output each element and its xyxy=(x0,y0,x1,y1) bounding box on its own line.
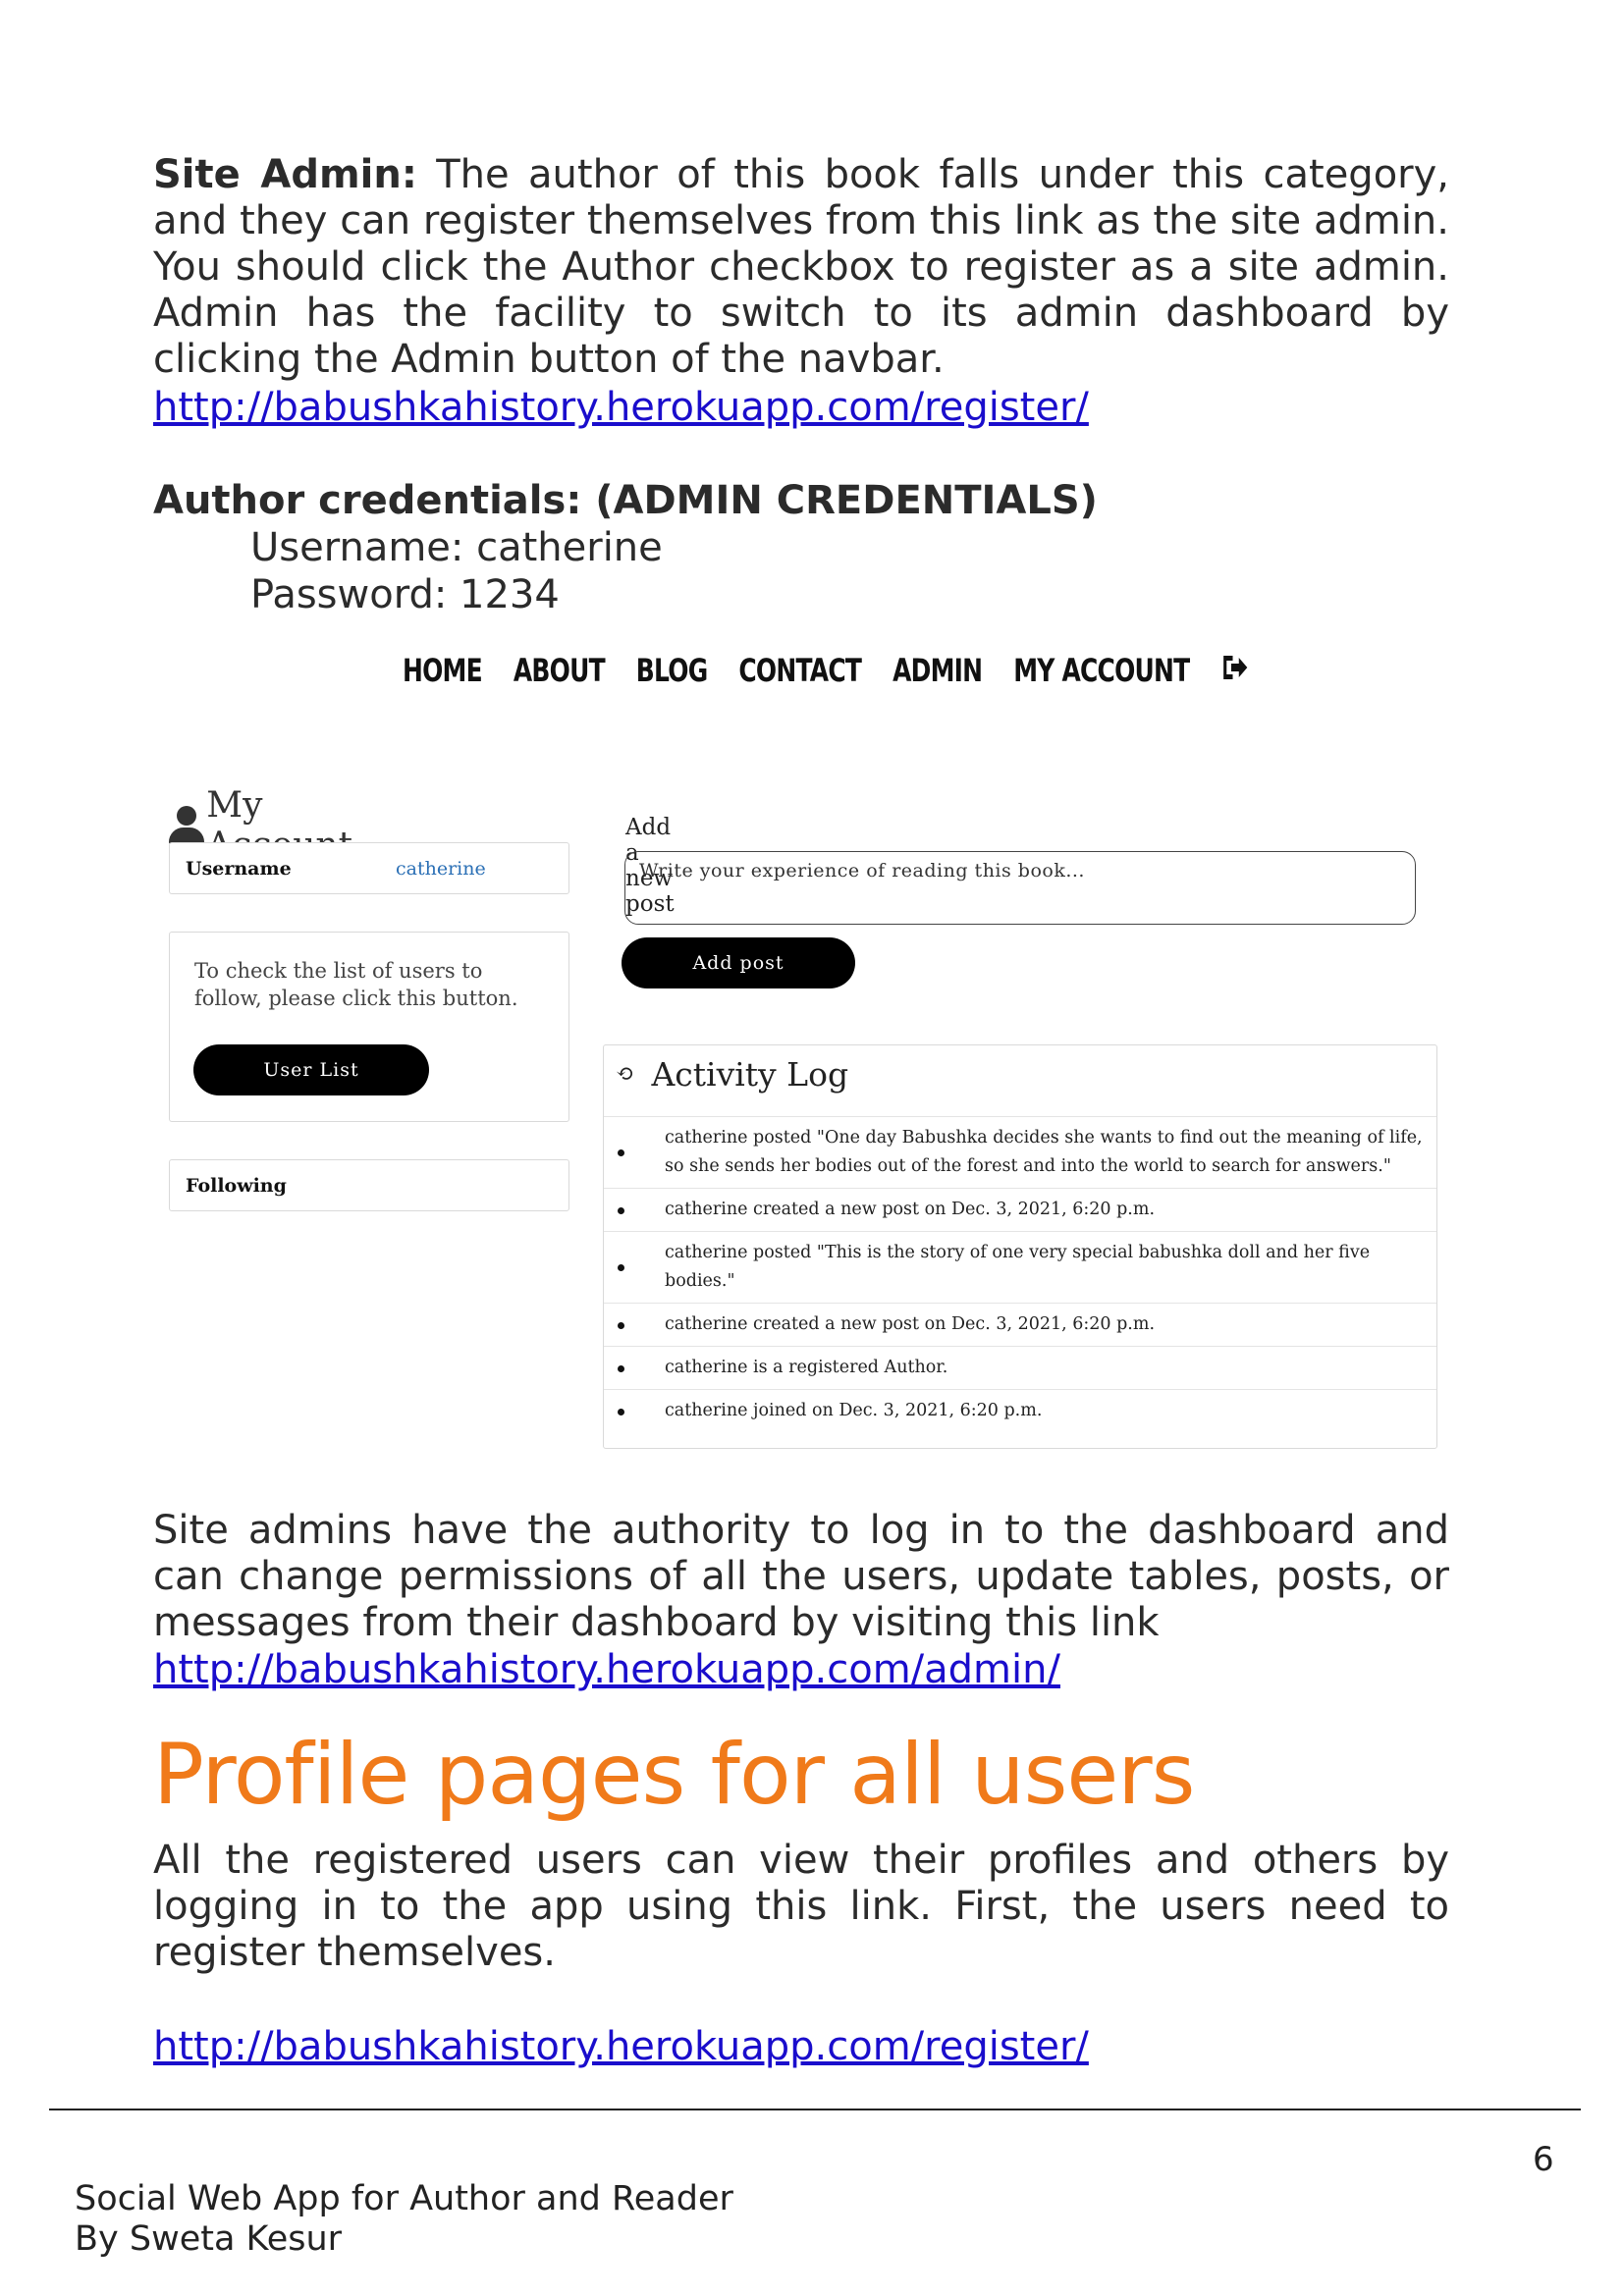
activity-text: catherine created a new post on Dec. 3, … xyxy=(665,1200,1156,1219)
add-post-button[interactable]: Add post xyxy=(622,937,855,988)
site-admin-label: Site Admin: xyxy=(153,152,417,197)
list-item: catherine created a new post on Dec. 3, … xyxy=(604,1188,1436,1231)
sign-out-icon-svg xyxy=(1223,656,1248,679)
footer-divider xyxy=(49,2109,1581,2110)
admin-link[interactable]: http://babushkahistory.herokuapp.com/adm… xyxy=(153,1647,1060,1693)
activity-log-panel: ⟲ Activity Log catherine posted "One day… xyxy=(603,1044,1437,1449)
list-item: catherine posted "This is the story of o… xyxy=(604,1231,1436,1303)
user-list-button[interactable]: User List xyxy=(193,1044,429,1095)
user-icon xyxy=(169,806,204,845)
profile-register-link[interactable]: http://babushkahistory.herokuapp.com/reg… xyxy=(153,2024,1089,2070)
user-list-instructions: To check the list of users to follow, pl… xyxy=(194,959,518,1010)
activity-text: catherine is a registered Author. xyxy=(665,1358,948,1377)
footer-line-2: By Sweta Kesur xyxy=(75,2219,343,2259)
username-label: Username xyxy=(186,858,292,880)
list-item: catherine is a registered Author. xyxy=(604,1346,1436,1389)
nav-admin[interactable]: ADMIN xyxy=(893,652,983,692)
nav-contact[interactable]: CONTACT xyxy=(738,652,861,692)
following-label: Following xyxy=(186,1175,287,1197)
activity-list: catherine posted "One day Babushka decid… xyxy=(604,1116,1436,1432)
footer-line-1: Social Web App for Author and Reader xyxy=(75,2179,733,2218)
register-link[interactable]: http://babushkahistory.herokuapp.com/reg… xyxy=(153,385,1089,431)
list-item: catherine posted "One day Babushka decid… xyxy=(604,1116,1436,1188)
credentials-username: Username: catherine xyxy=(250,525,663,570)
profile-paragraph: All the registered users can view their … xyxy=(153,1838,1449,1975)
navbar: HOME ABOUT BLOG CONTACT ADMIN MY ACCOUNT xyxy=(403,652,1248,692)
nav-my-account[interactable]: MY ACCOUNT xyxy=(1013,652,1190,692)
intro-paragraph: Site Admin: The author of this book fall… xyxy=(153,152,1449,383)
activity-text: catherine posted "One day Babushka decid… xyxy=(665,1128,1423,1176)
nav-home[interactable]: HOME xyxy=(403,652,483,692)
nav-blog[interactable]: BLOG xyxy=(636,652,708,692)
list-item: catherine joined on Dec. 3, 2021, 6:20 p… xyxy=(604,1389,1436,1432)
activity-text: catherine created a new post on Dec. 3, … xyxy=(665,1314,1156,1334)
activity-log-title: Activity Log xyxy=(651,1055,849,1094)
credentials-password: Password: 1234 xyxy=(250,572,560,617)
section-heading: Profile pages for all users xyxy=(153,1726,1195,1824)
following-box: Following xyxy=(169,1159,569,1211)
sign-out-icon[interactable] xyxy=(1220,652,1248,692)
activity-text: catherine posted "This is the story of o… xyxy=(665,1243,1371,1291)
user-list-card: To check the list of users to follow, pl… xyxy=(169,932,569,1122)
admin-paragraph: Site admins have the authority to log in… xyxy=(153,1508,1449,1645)
list-item: catherine created a new post on Dec. 3, … xyxy=(604,1303,1436,1346)
history-icon: ⟲ xyxy=(616,1062,634,1087)
credentials-heading: Author credentials: (ADMIN CREDENTIALS) xyxy=(153,478,1098,523)
page-number: 6 xyxy=(1533,2140,1554,2179)
footer-text: Social Web App for Author and Reader By … xyxy=(75,2179,733,2260)
username-box: Username catherine xyxy=(169,842,569,894)
activity-text: catherine joined on Dec. 3, 2021, 6:20 p… xyxy=(665,1401,1043,1420)
activity-log-header: ⟲ Activity Log xyxy=(616,1055,848,1094)
username-value[interactable]: catherine xyxy=(396,858,486,880)
nav-about[interactable]: ABOUT xyxy=(514,652,606,692)
post-textarea[interactable]: Write your experience of reading this bo… xyxy=(624,851,1416,925)
